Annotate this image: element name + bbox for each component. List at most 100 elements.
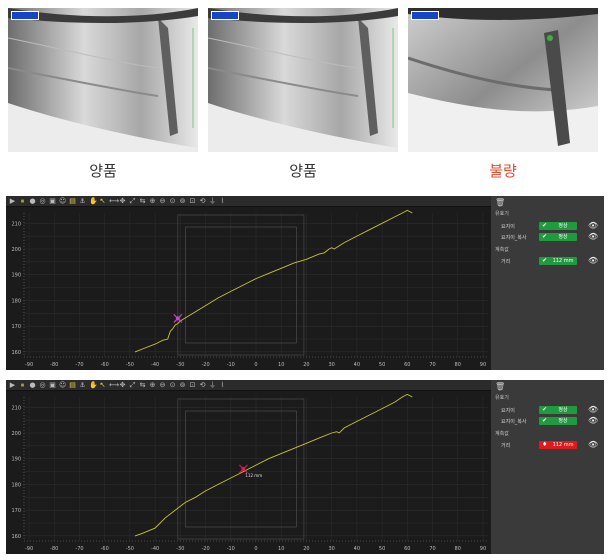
pointer-icon[interactable]: ↖ — [99, 197, 106, 205]
x-tick-label: -30 — [176, 362, 184, 368]
y-tick-label: 180 — [11, 298, 21, 304]
zoom-reset-icon[interactable]: ⟲ — [199, 381, 206, 389]
x-tick-label: 70 — [429, 546, 435, 552]
zoom-in-icon[interactable]: ⊕ — [149, 197, 156, 205]
verdict-label-2: 양품 — [289, 162, 317, 180]
measure-row: 거리 ✔ 112 mm 👁 — [491, 257, 604, 266]
inspection-panel-2: ▶ ⏸ ● ◎ ▣ ☺ ▤ ⚓ ✋ ↖ ⟷ ✥ ⤢ ⇆ ⊕ ⊖ ⊙ ⊚ ⊡ ⟲ ⏚ ⌇ -90 -80 -70 -60 -50 -4… — [6, 380, 604, 554]
zoom-in-icon[interactable]: ⊕ — [149, 381, 156, 389]
user-icon[interactable]: ☺ — [59, 197, 66, 205]
marker-label: 112 mm — [245, 473, 262, 478]
fit-icon[interactable]: ⤢ — [129, 381, 136, 389]
roi-inner — [185, 410, 297, 528]
result-row: 요지이 ✔ 정상 👁 — [491, 406, 604, 415]
check-icon: ✔ — [542, 406, 548, 413]
eye-icon[interactable]: 👁 — [588, 233, 598, 241]
save-icon[interactable]: ▣ — [49, 381, 56, 389]
x-tick-label: 90 — [480, 362, 486, 368]
eye-icon[interactable]: 👁 — [588, 441, 598, 449]
measure-icon[interactable]: ⟷ — [109, 197, 119, 205]
trigger-icon[interactable]: ⌇ — [219, 381, 226, 389]
filter-icon[interactable]: ⏚ — [209, 197, 216, 205]
result-row: 요지이_복사 ✔ 정상 👁 — [491, 233, 604, 242]
trash-icon[interactable]: 🗑 — [495, 198, 505, 207]
zoom-x-icon[interactable]: ⊙ — [169, 197, 176, 205]
pan-icon[interactable]: ✥ — [119, 197, 126, 205]
x-tick-label: 40 — [354, 546, 360, 552]
pause-icon[interactable]: ⏸ — [19, 381, 26, 389]
x-tick-label: 50 — [379, 362, 385, 368]
x-tick-label: 0 — [254, 546, 257, 552]
anchor-icon[interactable]: ⚓ — [79, 197, 86, 205]
x-tick-label: 20 — [303, 546, 309, 552]
play-icon[interactable]: ▶ — [9, 381, 16, 389]
eye-icon[interactable]: 👁 — [588, 222, 598, 230]
x-tick-label: 80 — [455, 362, 461, 368]
x-tick-label: -60 — [101, 362, 109, 368]
x-tick-label: -80 — [50, 362, 58, 368]
trash-icon[interactable]: 🗑 — [495, 382, 505, 391]
measure-marker-dot[interactable] — [175, 316, 180, 321]
zoom-reset-icon[interactable]: ⟲ — [199, 197, 206, 205]
zoom-box-icon[interactable]: ⊡ — [189, 197, 196, 205]
profile-chart[interactable]: -90 -80 -70 -60 -50 -40 -30 -20 -10 0 10 20 30 40 50 60… — [6, 207, 491, 370]
trigger-icon[interactable]: ⌇ — [219, 197, 226, 205]
layout-icon[interactable]: ▤ — [69, 197, 76, 205]
camera-hud-label — [211, 11, 239, 20]
align-icon[interactable]: ⇆ — [139, 381, 146, 389]
x-tick-label: -40 — [151, 546, 159, 552]
fit-icon[interactable]: ⤢ — [129, 197, 136, 205]
hand-icon[interactable]: ✋ — [89, 197, 98, 205]
pointer-icon[interactable]: ↖ — [99, 381, 106, 389]
profile-curve — [134, 393, 413, 537]
save-icon[interactable]: ▣ — [49, 197, 56, 205]
record-icon[interactable]: ● — [29, 381, 36, 389]
pause-icon[interactable]: ⏸ — [19, 197, 26, 205]
x-tick-label: 20 — [303, 362, 309, 368]
zoom-y-icon[interactable]: ⊚ — [179, 381, 186, 389]
y-tick-label: 170 — [11, 508, 21, 514]
layout-icon[interactable]: ▤ — [69, 381, 76, 389]
pan-icon[interactable]: ✥ — [119, 381, 126, 389]
y-tick-label: 200 — [11, 431, 21, 437]
status-badge: ✔ 정상 — [539, 406, 577, 414]
roi-inner — [185, 226, 297, 344]
zoom-x-icon[interactable]: ⊙ — [169, 381, 176, 389]
x-tick-label: -90 — [25, 362, 33, 368]
x-tick-label: 80 — [455, 546, 461, 552]
x-tick-label: 30 — [328, 546, 334, 552]
check-icon: ✔ — [542, 222, 548, 229]
x-tick-label: 30 — [328, 362, 334, 368]
zoom-y-icon[interactable]: ⊚ — [179, 197, 186, 205]
eye-icon[interactable]: 👁 — [588, 406, 598, 414]
align-icon[interactable]: ⇆ — [139, 197, 146, 205]
plot-toolbar: ▶ ⏸ ● ◎ ▣ ☺ ▤ ⚓ ✋ ↖ ⟷ ✥ ⤢ ⇆ ⊕ ⊖ ⊙ ⊚ ⊡ ⟲ ⏚ ⌇ — [6, 196, 491, 207]
result-row: 요지이 ✔ 정상 👁 — [491, 222, 604, 231]
y-tick-label: 210 — [11, 405, 21, 411]
record-icon[interactable]: ● — [29, 197, 36, 205]
x-tick-label: 40 — [354, 362, 360, 368]
camera-hud-label — [11, 11, 39, 20]
eye-icon[interactable]: 👁 — [588, 257, 598, 265]
x-tick-label: 70 — [429, 362, 435, 368]
anchor-icon[interactable]: ⚓ — [79, 381, 86, 389]
user-icon[interactable]: ☺ — [59, 381, 66, 389]
camera-icon[interactable]: ◎ — [39, 381, 46, 389]
hand-icon[interactable]: ✋ — [89, 381, 98, 389]
camera-hud-label — [411, 11, 439, 20]
check-icon: ✔ — [542, 257, 548, 264]
measure-icon[interactable]: ⟷ — [109, 381, 119, 389]
filter-icon[interactable]: ⏚ — [209, 381, 216, 389]
measure-marker-dot[interactable] — [241, 467, 246, 471]
zoom-box-icon[interactable]: ⊡ — [189, 381, 196, 389]
profile-curve — [134, 209, 413, 353]
x-tick-label: 10 — [278, 546, 284, 552]
play-icon[interactable]: ▶ — [9, 197, 16, 205]
camera-icon[interactable]: ◎ — [39, 197, 46, 205]
profile-chart[interactable]: -90 -80 -70 -60 -50 -40 -30 -20 -10 0 10 20 30 40 50 60… — [6, 391, 491, 554]
zoom-out-icon[interactable]: ⊖ — [159, 381, 166, 389]
inspection-image-3 — [408, 8, 598, 152]
zoom-out-icon[interactable]: ⊖ — [159, 197, 166, 205]
eye-icon[interactable]: 👁 — [588, 417, 598, 425]
measure-badge: ✔ 112 mm — [539, 257, 577, 265]
